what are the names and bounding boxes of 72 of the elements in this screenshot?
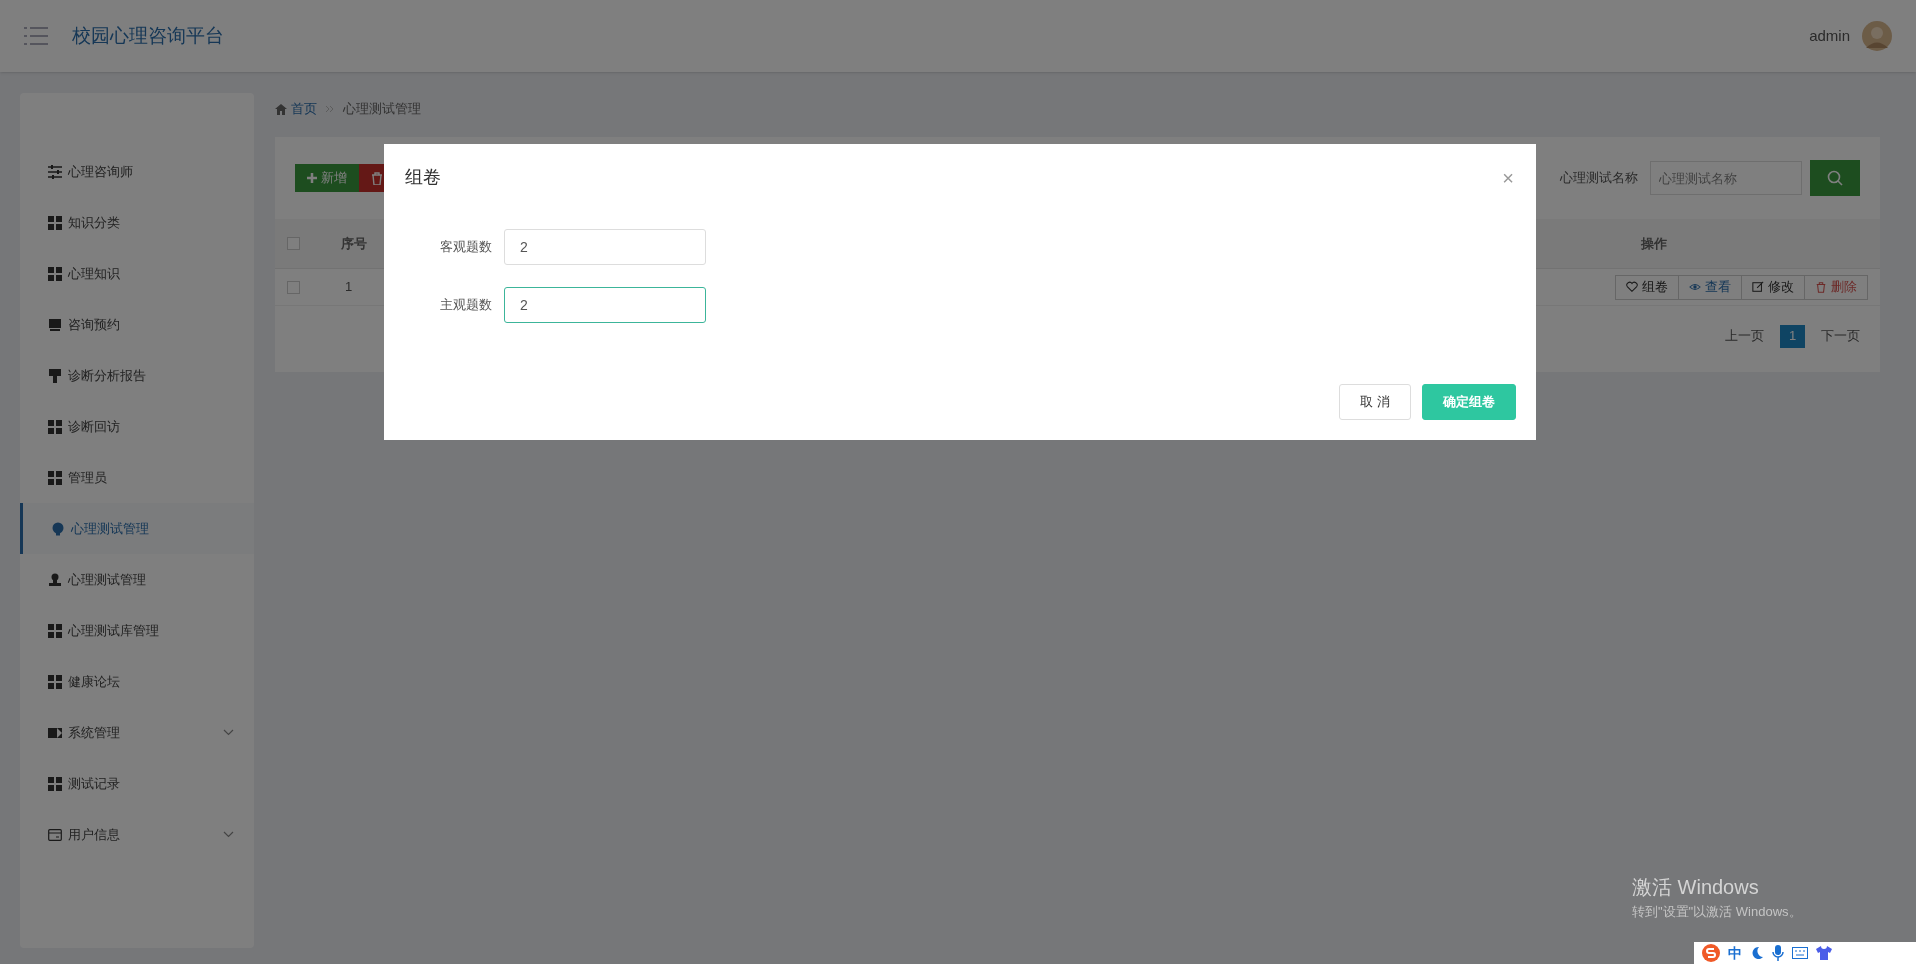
menu-item-icon — [48, 674, 62, 689]
sidebar-item[interactable]: 健康论坛 — [20, 656, 254, 707]
plus-icon — [307, 173, 317, 183]
input-field[interactable]: 2 — [504, 287, 706, 323]
sidebar-item[interactable]: 心理测试管理 — [20, 503, 254, 554]
menu-item-icon — [48, 317, 62, 332]
sidebar-item[interactable]: 心理测试库管理 — [20, 605, 254, 656]
menu-item-icon — [48, 215, 62, 230]
ime-mode[interactable]: 中 — [1728, 942, 1742, 964]
sidebar-item[interactable]: 测试记录 — [20, 758, 254, 809]
keyboard-icon — [1792, 947, 1808, 959]
menu-item-icon — [48, 266, 62, 281]
delete-button[interactable]: 删除 — [1804, 274, 1868, 300]
edit-icon — [1752, 281, 1764, 293]
app-title: 校园心理咨询平台 — [72, 23, 224, 48]
user-name[interactable]: admin — [1809, 24, 1850, 48]
page-button[interactable]: 1 — [1780, 324, 1805, 348]
checkbox[interactable] — [287, 237, 300, 250]
menu-item-icon — [51, 521, 65, 536]
field-label: 客观题数 — [439, 238, 492, 257]
sidebar-item[interactable]: 心理测试管理 — [20, 554, 254, 605]
sidebar-item[interactable]: 用户信息 — [20, 809, 254, 860]
breadcrumb-current: 心理测试管理 — [343, 100, 421, 119]
trash-icon — [1815, 281, 1827, 293]
cancel-button[interactable]: 取 消 — [1339, 384, 1411, 420]
menu-item-icon — [48, 725, 62, 740]
menu-item-icon — [48, 572, 62, 587]
sidebar-item[interactable]: 咨询预约 — [20, 299, 254, 350]
sidebar-item[interactable]: 知识分类 — [20, 197, 254, 248]
search-button[interactable] — [1810, 160, 1860, 196]
menu-item-icon — [48, 623, 62, 638]
menu-item-icon — [48, 368, 62, 383]
activation-title: 激活 Windows — [1632, 875, 1760, 900]
trash-icon — [371, 171, 383, 185]
search-label: 心理测试名称 — [1560, 169, 1638, 188]
sidebar-item[interactable]: 管理员 — [20, 452, 254, 503]
input-field[interactable]: 2 — [504, 229, 706, 265]
sidebar-item[interactable]: 系统管理 — [20, 707, 254, 758]
sidebar-item[interactable]: 心理知识 — [20, 248, 254, 299]
column-header: 操作 — [1641, 234, 1667, 253]
table-cell-text: 1 — [345, 278, 353, 297]
menu-item-icon — [48, 470, 62, 485]
field-label: 主观题数 — [439, 296, 492, 315]
confirm-button[interactable]: 确定组卷 — [1422, 384, 1516, 420]
sidebar-item[interactable]: 心理咨询师 — [20, 146, 254, 197]
menu-item-icon — [48, 827, 62, 842]
menu-icon[interactable] — [24, 26, 48, 46]
checkbox[interactable] — [287, 280, 300, 294]
column-header: 序号 — [341, 234, 367, 253]
search-icon — [1827, 170, 1843, 186]
avatar[interactable] — [1862, 21, 1892, 51]
search-field[interactable]: 心理测试名称 — [1650, 161, 1802, 195]
shirt-icon — [1816, 946, 1832, 960]
microphone-icon — [1772, 945, 1784, 961]
edit-button[interactable]: 修改 — [1741, 274, 1805, 300]
breadcrumb-separator — [325, 105, 335, 113]
dialog-title: 组卷 — [405, 166, 441, 189]
close-button[interactable]: × — [1502, 167, 1514, 188]
sidebar-item[interactable]: 诊断回访 — [20, 401, 254, 452]
breadcrumb-link[interactable]: 首页 — [291, 99, 317, 119]
home-icon — [275, 103, 287, 115]
heart-icon — [1626, 281, 1638, 293]
menu-item-icon — [48, 419, 62, 434]
compose-button[interactable]: 组卷 — [1615, 274, 1679, 300]
menu-item-icon — [48, 776, 62, 791]
eye-icon — [1689, 281, 1701, 293]
sidebar-item[interactable]: 诊断分析报告 — [20, 350, 254, 401]
menu-item-icon — [48, 164, 62, 179]
activation-message: 转到"设置"以激活 Windows。 — [1632, 903, 1802, 921]
view-button[interactable]: 查看 — [1678, 274, 1742, 300]
moon-icon — [1750, 946, 1764, 960]
add-button[interactable]: 新增 — [295, 164, 359, 192]
